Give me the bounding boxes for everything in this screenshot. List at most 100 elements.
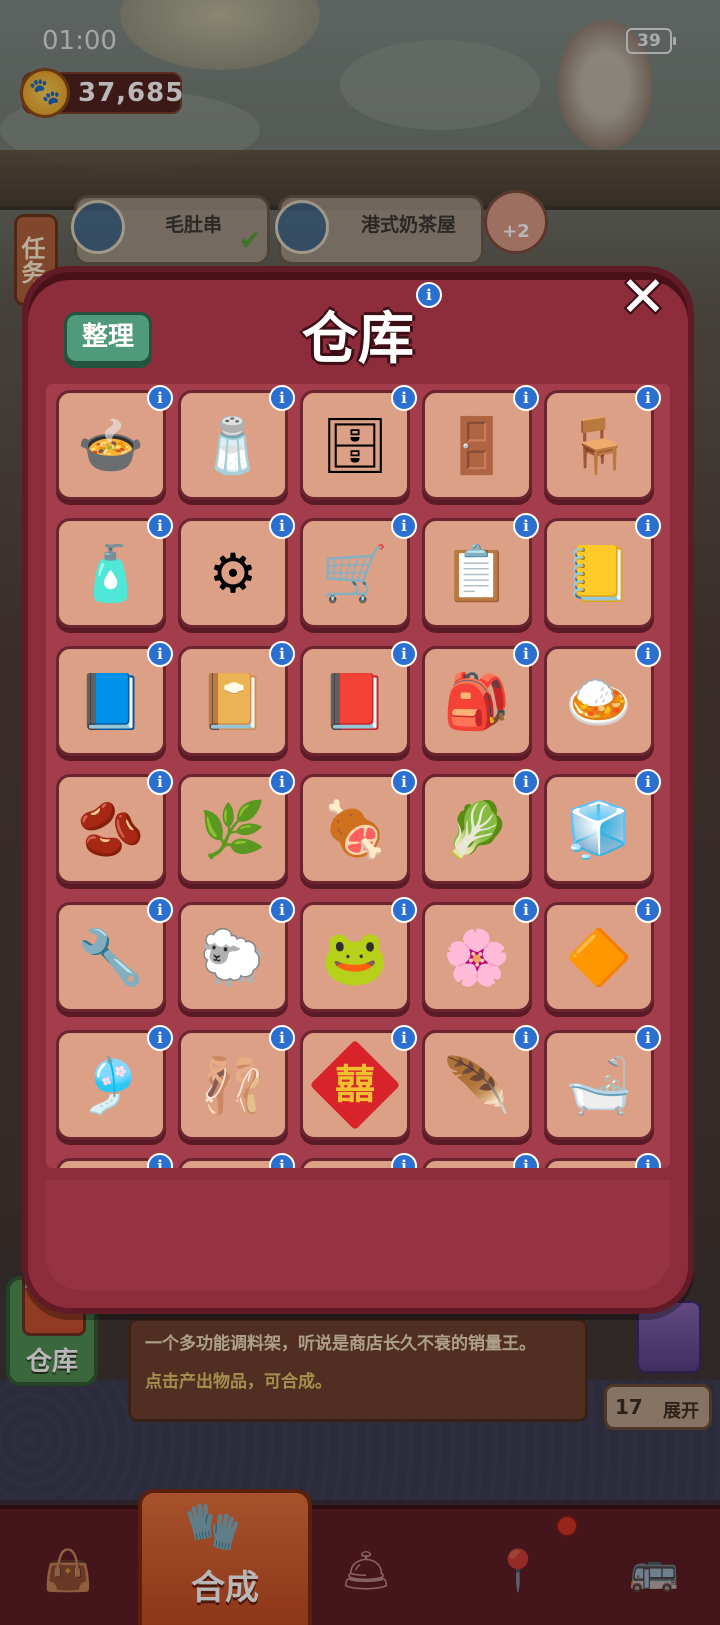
info-icon[interactable]: i bbox=[635, 769, 661, 795]
salt-pile-icon: 🧊 bbox=[565, 798, 633, 861]
item-slot[interactable]: 🌿 i bbox=[178, 769, 295, 884]
item-slot[interactable]: 🌸 i bbox=[422, 897, 539, 1012]
info-icon[interactable]: i bbox=[269, 513, 295, 539]
star-book-icon: 📕 bbox=[321, 670, 389, 733]
info-icon[interactable]: i bbox=[391, 769, 417, 795]
item-slot[interactable]: 📔 i bbox=[178, 641, 295, 756]
info-icon[interactable]: i bbox=[513, 769, 539, 795]
item-slot[interactable]: 🧂 i bbox=[178, 385, 295, 500]
item-slot[interactable]: i bbox=[422, 1153, 539, 1168]
info-icon[interactable]: i bbox=[635, 897, 661, 923]
item-slot[interactable]: 🐸 i bbox=[300, 897, 417, 1012]
item-slot[interactable]: 🍛 i bbox=[544, 641, 661, 756]
locker-icon: 🚪 bbox=[443, 414, 511, 477]
item-slot[interactable]: 🪶 i bbox=[422, 1025, 539, 1140]
info-icon[interactable]: i bbox=[416, 282, 442, 308]
item-slot[interactable]: 🧊 i bbox=[544, 769, 661, 884]
info-icon[interactable]: i bbox=[147, 513, 173, 539]
spice-rack-icon: 🧂 bbox=[199, 414, 267, 477]
sheep-icon: 🐑 bbox=[199, 926, 267, 989]
minced-meat-icon: 🍖 bbox=[321, 798, 389, 861]
clay-pot-icon: 🍲 bbox=[77, 414, 145, 477]
plate-dish-icon: 🍛 bbox=[565, 670, 633, 733]
dreamcatcher-icon: 🪶 bbox=[443, 1054, 511, 1117]
item-slot[interactable]: 🥬 i bbox=[422, 769, 539, 884]
info-icon[interactable]: i bbox=[635, 1153, 661, 1168]
info-icon[interactable]: i bbox=[269, 385, 295, 411]
info-icon[interactable]: i bbox=[147, 641, 173, 667]
item-slot[interactable]: i bbox=[56, 1153, 173, 1168]
greens-board-icon: 🥬 bbox=[443, 798, 511, 861]
info-icon[interactable]: i bbox=[147, 769, 173, 795]
hand-truck-icon: 🛒 bbox=[321, 542, 389, 605]
info-icon[interactable]: i bbox=[269, 897, 295, 923]
sack-icon: 🎒 bbox=[443, 670, 511, 733]
info-icon[interactable]: i bbox=[513, 897, 539, 923]
double-happiness-icon: 囍 bbox=[309, 1039, 401, 1131]
item-slot[interactable]: 📘 i bbox=[56, 641, 173, 756]
item-slot[interactable]: i bbox=[178, 1153, 295, 1168]
info-icon[interactable]: i bbox=[269, 1025, 295, 1051]
info-icon[interactable]: i bbox=[635, 513, 661, 539]
bottle-shelf-icon: 🧴 bbox=[77, 542, 145, 605]
info-icon[interactable]: i bbox=[147, 1025, 173, 1051]
info-icon[interactable]: i bbox=[635, 385, 661, 411]
item-slot[interactable]: 📋 i bbox=[422, 513, 539, 628]
item-slot[interactable]: i bbox=[544, 1153, 661, 1168]
item-slot[interactable]: 📕 i bbox=[300, 641, 417, 756]
info-icon[interactable]: i bbox=[269, 641, 295, 667]
modal-footer bbox=[46, 1180, 670, 1290]
item-slot[interactable]: 🎒 i bbox=[422, 641, 539, 756]
blue-cabinet-icon: 🗄 bbox=[320, 414, 390, 477]
item-slot[interactable]: 🛒 i bbox=[300, 513, 417, 628]
item-slot[interactable]: 🧴 i bbox=[56, 513, 173, 628]
info-icon[interactable]: i bbox=[513, 513, 539, 539]
info-icon[interactable]: i bbox=[391, 1153, 417, 1168]
info-icon[interactable]: i bbox=[147, 385, 173, 411]
blue-notebook-icon: 📘 bbox=[77, 670, 145, 733]
wall-shelf-icon: 🪑 bbox=[565, 414, 633, 477]
info-icon[interactable]: i bbox=[391, 897, 417, 923]
beans-icon: 🫘 bbox=[77, 798, 145, 861]
item-slot[interactable]: 🍖 i bbox=[300, 769, 417, 884]
item-slot[interactable]: 🩰 i bbox=[178, 1025, 295, 1140]
item-slot[interactable]: 🚪 i bbox=[422, 385, 539, 500]
spiral-notebook-icon: 📒 bbox=[565, 542, 633, 605]
info-icon[interactable]: i bbox=[147, 897, 173, 923]
sink-icon: 🛁 bbox=[565, 1054, 633, 1117]
info-icon[interactable]: i bbox=[391, 513, 417, 539]
item-slot[interactable]: 🪑 i bbox=[544, 385, 661, 500]
notepad-icon: 📋 bbox=[443, 542, 511, 605]
music-box-icon: 🩰 bbox=[199, 1054, 267, 1117]
bear-notebook-icon: 📔 bbox=[199, 670, 267, 733]
item-slot[interactable]: 囍i bbox=[300, 1025, 417, 1140]
item-slot[interactable]: 🗄 i bbox=[300, 385, 417, 500]
item-slot[interactable]: 🐑 i bbox=[178, 897, 295, 1012]
herbs-board-icon: 🌿 bbox=[199, 798, 267, 861]
item-slot[interactable]: 📒 i bbox=[544, 513, 661, 628]
item-slot[interactable]: 🔶 i bbox=[544, 897, 661, 1012]
amber-icon: 🔶 bbox=[565, 926, 633, 989]
item-grid-viewport[interactable]: 🍲 i 🧂 i 🗄 i 🚪 i 🪑 i 🧴 i ⚙ i 🛒 i 📋 i 📒 i 📘 i 📔 i 📕 i 🎒 i 🍛 i 🫘 i 🌿 i 🍖 i 🥬 i 🧊 i… bbox=[46, 384, 670, 1168]
close-icon[interactable]: ✕ bbox=[612, 270, 674, 332]
info-icon[interactable]: i bbox=[635, 641, 661, 667]
warehouse-modal: 整理 仓库 i 🍲 i 🧂 i 🗄 i 🚪 i 🪑 i 🧴 i ⚙ i 🛒 i 📋 i 📒 i 📘 i 📔 i 📕 i 🎒 i 🍛 i 🫘 i… bbox=[22, 266, 694, 1314]
info-icon[interactable]: i bbox=[513, 385, 539, 411]
info-icon[interactable]: i bbox=[513, 641, 539, 667]
item-slot[interactable]: 🫘 i bbox=[56, 769, 173, 884]
info-icon[interactable]: i bbox=[391, 641, 417, 667]
item-slot[interactable]: 🍲 i bbox=[56, 385, 173, 500]
info-icon[interactable]: i bbox=[513, 1153, 539, 1168]
info-icon[interactable]: i bbox=[391, 385, 417, 411]
item-slot[interactable]: ⚙ i bbox=[178, 513, 295, 628]
info-icon[interactable]: i bbox=[513, 1025, 539, 1051]
info-icon[interactable]: i bbox=[269, 1153, 295, 1168]
info-icon[interactable]: i bbox=[147, 1153, 173, 1168]
item-slot[interactable]: 🛁 i bbox=[544, 1025, 661, 1140]
item-slot[interactable]: 🎐 i bbox=[56, 1025, 173, 1140]
info-icon[interactable]: i bbox=[269, 769, 295, 795]
item-slot[interactable]: i bbox=[300, 1153, 417, 1168]
item-slot[interactable]: 🔧 i bbox=[56, 897, 173, 1012]
info-icon[interactable]: i bbox=[391, 1025, 417, 1051]
info-icon[interactable]: i bbox=[635, 1025, 661, 1051]
